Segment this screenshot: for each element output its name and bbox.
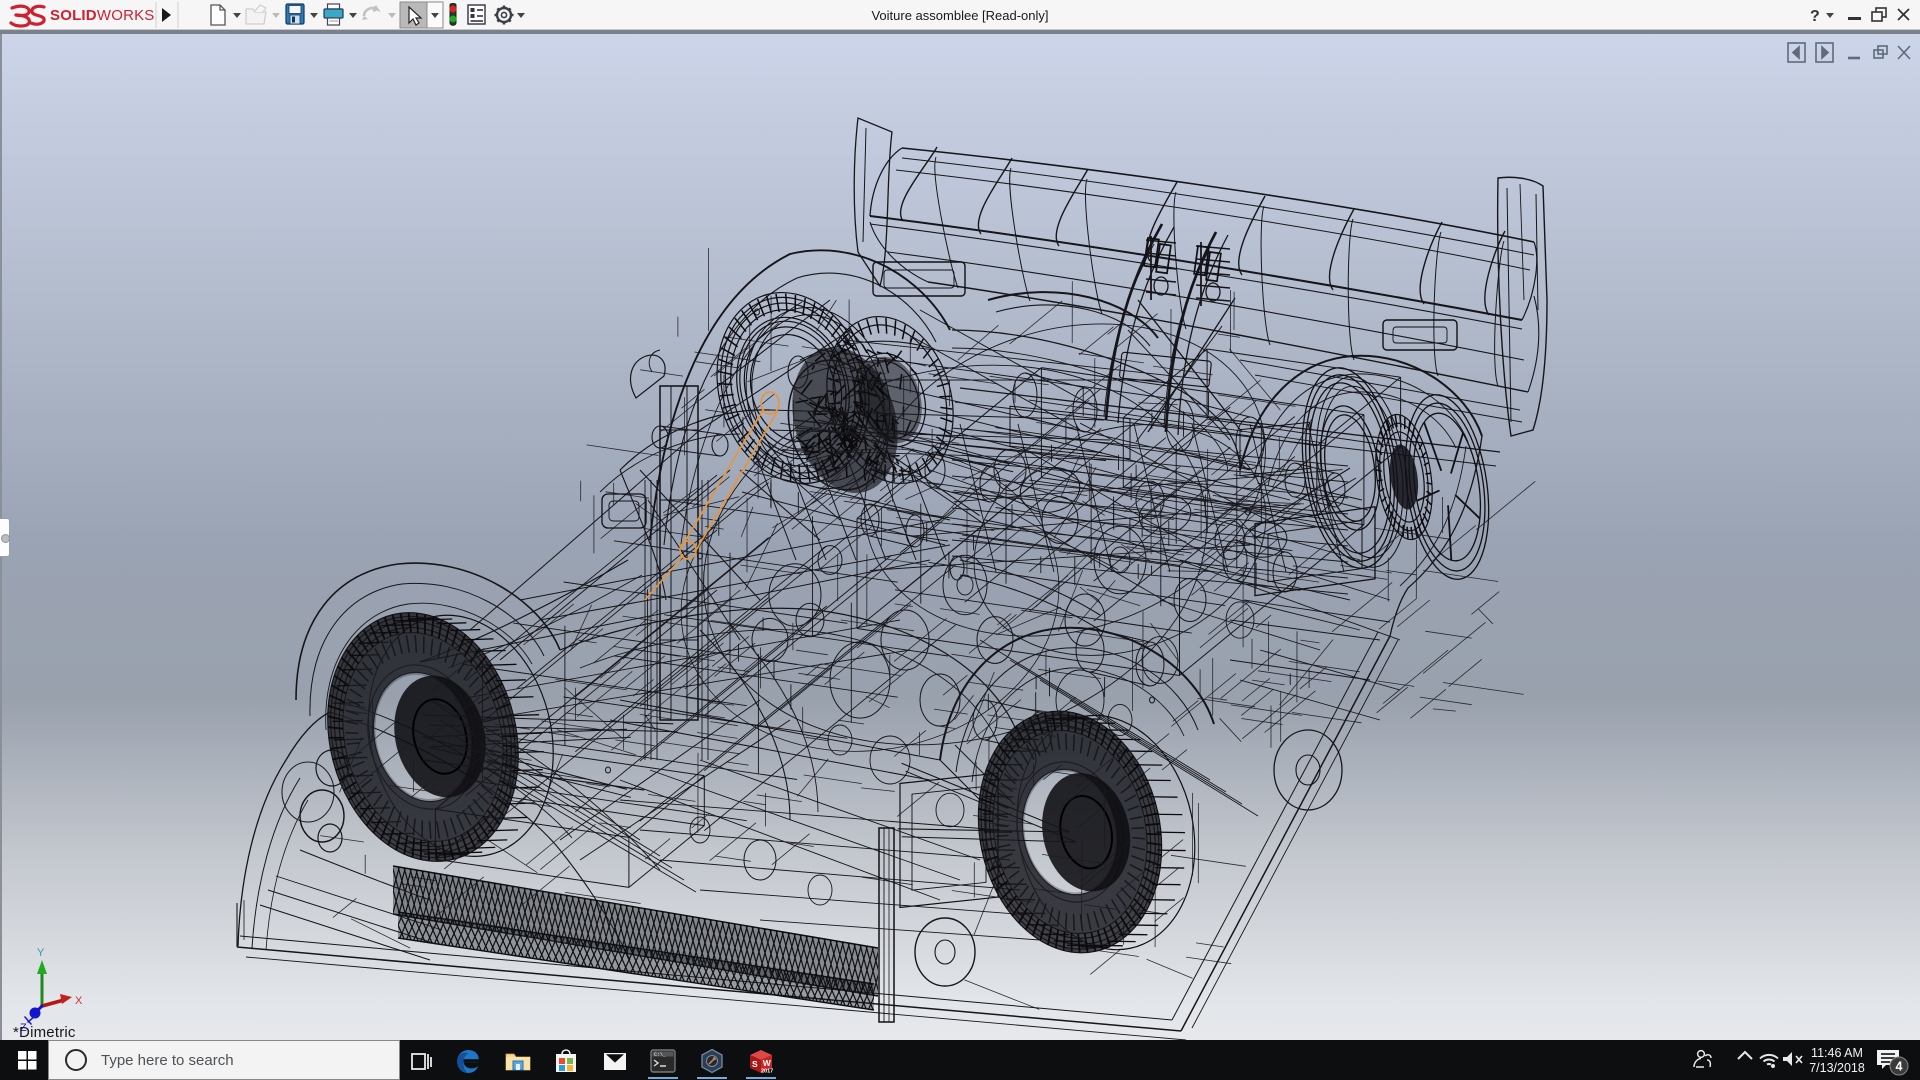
svg-text:11:46 AM: 11:46 AM — [1811, 1046, 1863, 1060]
svg-text:2017: 2017 — [761, 1069, 773, 1075]
svg-text:W: W — [763, 1058, 772, 1068]
svg-text:?: ? — [1810, 8, 1820, 25]
svg-text:7/13/2018: 7/13/2018 — [1809, 1061, 1865, 1075]
svg-text:SOLIDWORKS: SOLIDWORKS — [50, 7, 155, 24]
svg-text:4: 4 — [1896, 1060, 1903, 1074]
svg-text:S: S — [752, 1059, 758, 1069]
svg-text:X: X — [75, 995, 83, 1007]
svg-text:Y: Y — [37, 947, 45, 959]
svg-text:C:\_: C:\_ — [654, 1052, 667, 1058]
